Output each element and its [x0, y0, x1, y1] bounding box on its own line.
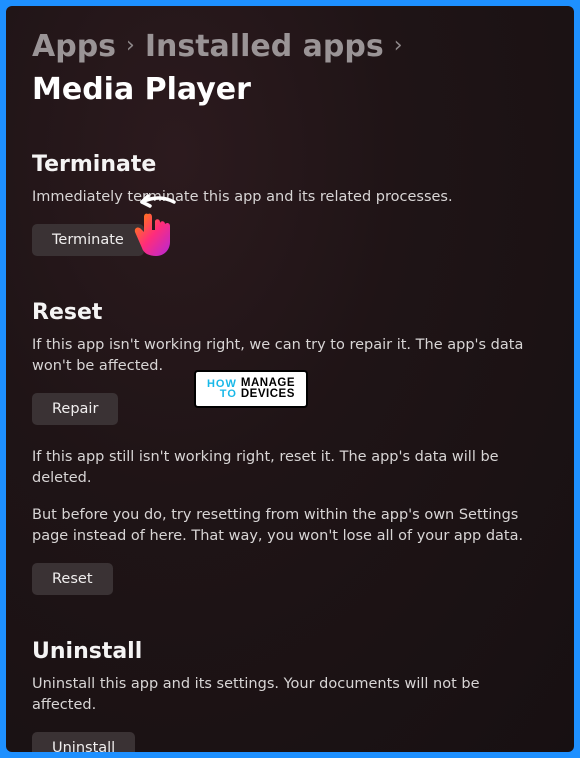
- uninstall-title: Uninstall: [32, 639, 548, 664]
- chevron-right-icon: ›: [126, 34, 135, 58]
- reset-desc-delete: If this app still isn't working right, r…: [32, 447, 548, 489]
- reset-title: Reset: [32, 300, 548, 325]
- terminate-title: Terminate: [32, 152, 548, 177]
- breadcrumb-current: Media Player: [32, 73, 251, 106]
- terminate-button[interactable]: Terminate: [32, 224, 144, 256]
- breadcrumb-apps[interactable]: Apps: [32, 30, 116, 63]
- uninstall-desc: Uninstall this app and its settings. You…: [32, 674, 548, 716]
- section-terminate: Terminate Immediately terminate this app…: [32, 152, 548, 256]
- chevron-right-icon: ›: [394, 34, 403, 58]
- section-uninstall: Uninstall Uninstall this app and its set…: [32, 639, 548, 752]
- terminate-desc: Immediately terminate this app and its r…: [32, 187, 548, 208]
- uninstall-button[interactable]: Uninstall: [32, 732, 135, 752]
- reset-button[interactable]: Reset: [32, 563, 113, 595]
- settings-page: Apps › Installed apps › Media Player Ter…: [6, 6, 574, 752]
- repair-button[interactable]: Repair: [32, 393, 118, 425]
- reset-desc-repair: If this app isn't working right, we can …: [32, 335, 548, 377]
- section-reset: Reset If this app isn't working right, w…: [32, 300, 548, 595]
- breadcrumb-installed-apps[interactable]: Installed apps: [145, 30, 384, 63]
- breadcrumb: Apps › Installed apps › Media Player: [32, 30, 548, 106]
- reset-desc-advice: But before you do, try resetting from wi…: [32, 505, 548, 547]
